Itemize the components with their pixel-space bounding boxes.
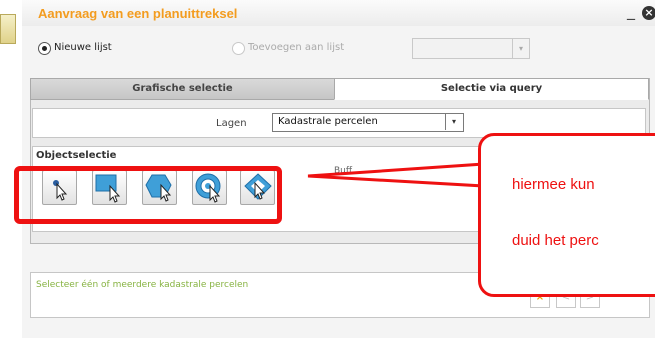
callout-box — [478, 133, 655, 297]
callout-text-line1: hiermee kun — [512, 176, 595, 193]
callout-text-line2: duid het perc — [512, 232, 599, 249]
